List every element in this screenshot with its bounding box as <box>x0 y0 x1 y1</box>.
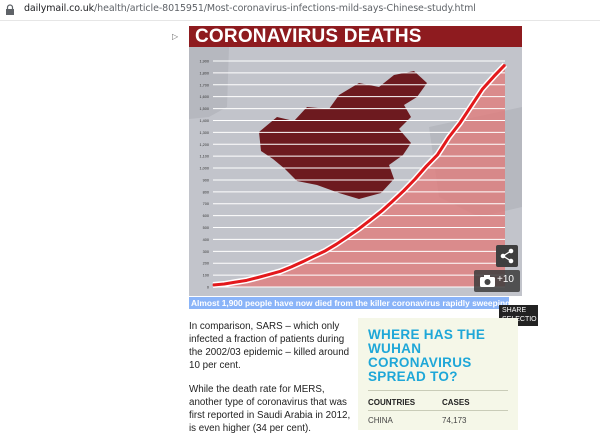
y-tick-label: 300 <box>203 250 209 254</box>
y-tick-label: 1,300 <box>199 131 209 135</box>
y-tick-label: 1,200 <box>199 143 209 147</box>
data-point <box>459 122 461 124</box>
chart-title: CORONAVIRUS DEATHS <box>195 26 422 47</box>
y-tick-label: 200 <box>203 262 209 266</box>
address-bar[interactable]: dailymail.co.uk/health/article-8015951/M… <box>0 0 600 21</box>
factbox-title: WHERE HAS THE WUHAN CORONAVIRUS SPREAD T… <box>368 327 486 384</box>
data-point <box>425 165 427 167</box>
data-point <box>291 266 293 268</box>
data-point <box>493 75 495 78</box>
y-tick-label: 500 <box>203 226 209 230</box>
share-selection-line-1: SHARE <box>502 307 527 314</box>
share-icon <box>500 248 514 264</box>
data-point <box>481 88 484 90</box>
paragraph-sars: In comparison, SARS – which only infecte… <box>189 321 350 371</box>
data-point <box>234 281 237 283</box>
data-point <box>448 136 450 138</box>
spread-factbox: WHERE HAS THE WUHAN CORONAVIRUS SPREAD T… <box>358 318 518 430</box>
data-point <box>324 250 326 252</box>
y-tick-label: 1,900 <box>199 60 209 64</box>
table-cell-cases: 74,173 <box>442 416 467 425</box>
y-tick-label: 400 <box>203 238 209 242</box>
data-point <box>392 200 394 202</box>
y-tick-label: 1,500 <box>199 107 209 111</box>
y-tick-label: 0 <box>207 286 209 290</box>
y-tick-label: 900 <box>203 178 209 182</box>
paragraph-mers: While the death rate for MERS, another t… <box>189 384 351 434</box>
table-cell-country: CHINA <box>368 416 393 425</box>
ad-choices-icon[interactable]: ▷ <box>172 32 178 41</box>
y-tick-label: 100 <box>203 274 209 278</box>
gallery-button[interactable]: +10 <box>474 270 520 292</box>
divider <box>368 390 508 391</box>
divider <box>368 410 508 411</box>
chart-svg: 0 100 200 300 400 500 600 700 800 900 1,000 1,100 1,… <box>189 47 522 290</box>
y-tick-label: 1,800 <box>199 71 209 75</box>
data-point <box>347 235 349 238</box>
url-text[interactable]: dailymail.co.uk/health/article-8015951/M… <box>24 3 476 14</box>
photo-count: +10 <box>497 274 514 285</box>
url-host: dailymail.co.uk <box>24 3 95 14</box>
url-path: /health/article-8015951/Most-coronavirus… <box>94 3 476 14</box>
data-point <box>335 243 338 245</box>
data-point <box>414 178 416 180</box>
data-point <box>470 105 472 107</box>
y-tick-label: 1,400 <box>199 119 209 123</box>
data-point <box>279 270 281 272</box>
y-tick-label: 1,100 <box>199 155 209 159</box>
data-point <box>268 273 270 275</box>
column-header-countries: COUNTRIES <box>368 398 416 407</box>
chart-caption: Almost 1,900 people have now died from t… <box>189 297 509 309</box>
data-point <box>369 219 371 221</box>
camera-icon <box>480 275 495 287</box>
data-point <box>302 261 304 263</box>
y-tick-label: 800 <box>203 190 209 194</box>
data-point <box>380 210 383 212</box>
share-button[interactable] <box>496 245 518 267</box>
column-header-cases: CASES <box>442 398 470 407</box>
data-point <box>313 255 315 257</box>
data-point <box>246 279 248 281</box>
data-point <box>257 276 259 279</box>
data-point <box>358 228 360 230</box>
data-point <box>504 64 506 66</box>
y-tick-label: 1,700 <box>199 83 209 87</box>
data-point <box>212 284 214 286</box>
y-tick-label: 1,600 <box>199 95 209 99</box>
y-tick-label: 600 <box>203 214 209 218</box>
data-point <box>437 154 439 156</box>
chart-plot-area: 0 100 200 300 400 500 600 700 800 900 1,000 1,100 1,… <box>189 47 522 296</box>
article-body: In comparison, SARS – which only infecte… <box>189 320 351 446</box>
data-point <box>403 189 405 192</box>
y-tick-label: 700 <box>203 202 209 206</box>
deaths-chart: CORONAVIRUS DEATHS 0 100 200 300 400 500 600 70… <box>189 26 522 296</box>
data-point <box>223 283 225 285</box>
lock-icon <box>6 4 14 15</box>
y-tick-label: 1,000 <box>199 167 209 171</box>
